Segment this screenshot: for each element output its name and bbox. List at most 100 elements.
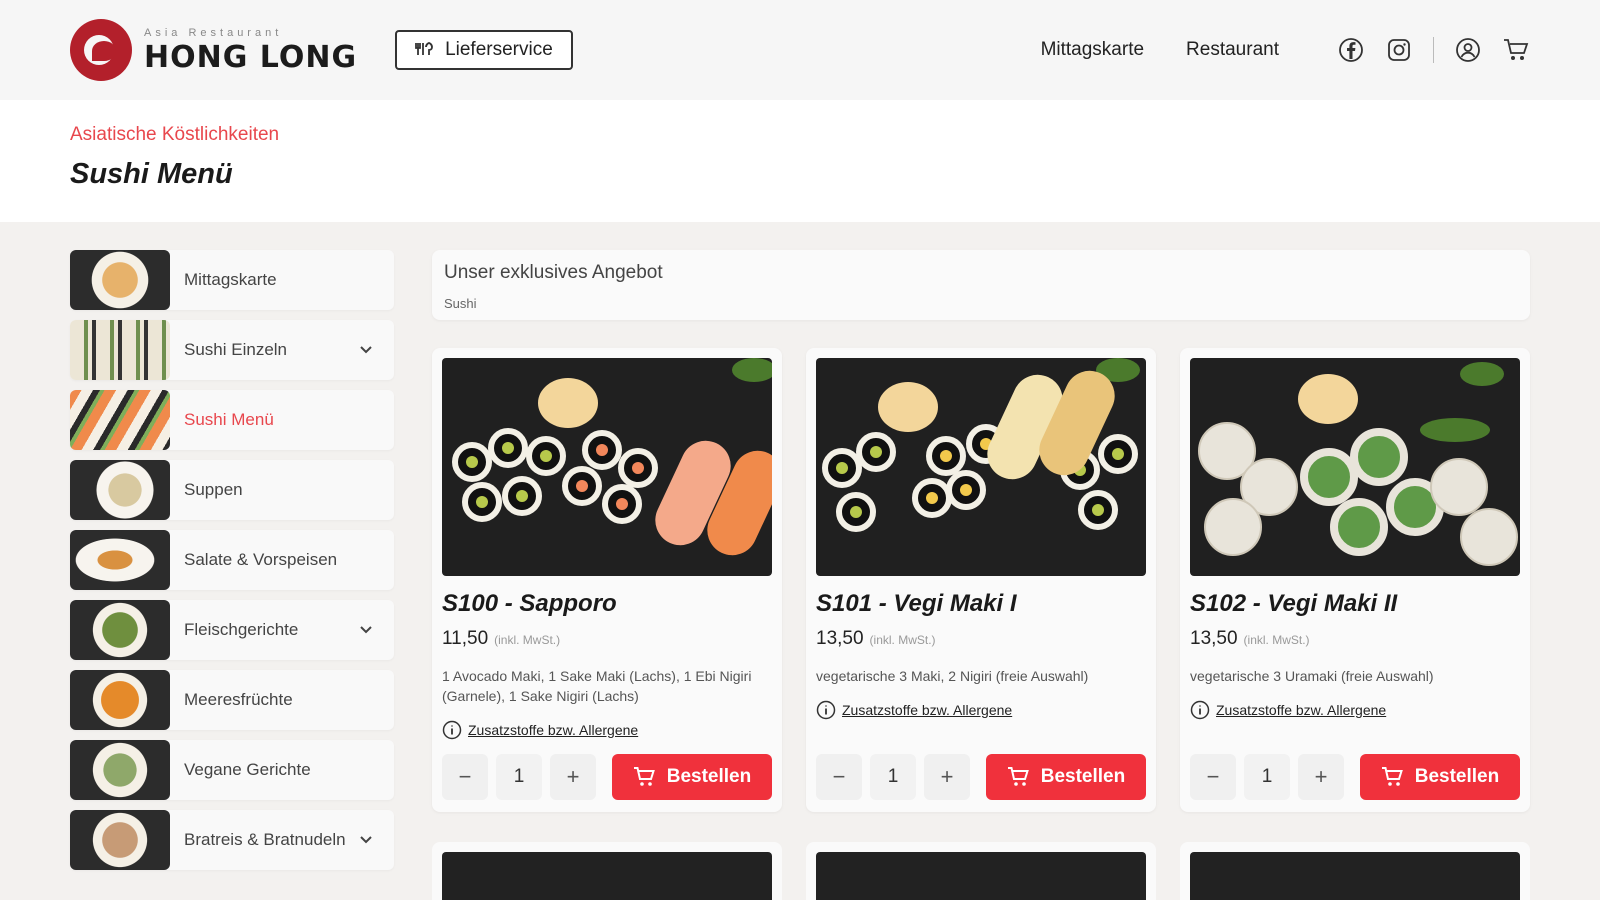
quantity-decrease-button[interactable]: − xyxy=(816,754,862,800)
header-divider xyxy=(1433,37,1434,63)
sidebar-item-label: Mittagskarte xyxy=(184,270,277,289)
offer-title: Unser exklusives Angebot xyxy=(444,262,663,283)
order-controls: − 1 + Bestellen xyxy=(442,754,772,800)
category-thumbnail xyxy=(70,390,170,450)
quantity-increase-button[interactable]: + xyxy=(1298,754,1344,800)
product-description: vegetarische 3 Maki, 2 Nigiri (freie Aus… xyxy=(816,668,1089,684)
category-thumbnail xyxy=(70,810,170,870)
main-area: Mittagskarte Sushi Einzeln Sushi Menü Su… xyxy=(0,222,1600,900)
category-thumbnail xyxy=(70,250,170,310)
product-content: Unser exklusives Angebot Sushi S100 - Sa… xyxy=(432,250,1530,900)
main-nav: Mittagskarte Restaurant xyxy=(1041,39,1279,61)
order-button[interactable]: Bestellen xyxy=(1360,754,1520,800)
quantity-increase-button[interactable]: + xyxy=(924,754,970,800)
sidebar-item-label: Meeresfrüchte xyxy=(184,690,293,709)
product-card xyxy=(1180,842,1530,900)
chevron-down-icon[interactable] xyxy=(356,830,376,850)
sidebar-item-meeresfruechte[interactable]: Meeresfrüchte xyxy=(70,670,394,730)
info-icon xyxy=(816,700,836,720)
vat-note: (inkl. MwSt.) xyxy=(494,633,561,647)
order-button[interactable]: Bestellen xyxy=(612,754,772,800)
sidebar-item-sushi-menu[interactable]: Sushi Menü xyxy=(70,390,394,450)
sidebar-item-label: Sushi Einzeln xyxy=(184,340,288,359)
quantity-decrease-button[interactable]: − xyxy=(442,754,488,800)
product-grid: S100 - Sapporo 11,50 (inkl. MwSt.) 1 Avo… xyxy=(432,348,1530,812)
site-header: Asia Restaurant HONG LONG Lieferservice … xyxy=(0,0,1600,100)
product-card: S100 - Sapporo 11,50 (inkl. MwSt.) 1 Avo… xyxy=(432,348,782,812)
vat-note: (inkl. MwSt.) xyxy=(1243,633,1310,647)
quantity-value[interactable]: 1 xyxy=(496,754,542,800)
sidebar-item-label: Salate & Vorspeisen xyxy=(184,550,338,569)
product-image[interactable] xyxy=(816,852,1146,900)
page-title: Sushi Menü xyxy=(70,158,233,190)
sidebar-item-suppen[interactable]: Suppen xyxy=(70,460,394,520)
product-name: S100 - Sapporo xyxy=(442,590,617,617)
instagram-icon[interactable] xyxy=(1385,36,1413,64)
sidebar-item-label: Sushi Menü xyxy=(184,410,274,429)
sidebar-item-label: Fleischgerichte xyxy=(184,620,299,639)
quantity-value[interactable]: 1 xyxy=(870,754,916,800)
allergen-link[interactable]: Zusatzstoffe bzw. Allergene xyxy=(1190,700,1520,720)
category-thumbnail xyxy=(70,320,170,380)
info-icon xyxy=(442,720,462,740)
cart-icon[interactable] xyxy=(1502,36,1530,64)
header-icons xyxy=(1337,36,1530,64)
product-grid-next-row xyxy=(432,842,1530,900)
order-controls: − 1 + Bestellen xyxy=(816,754,1146,800)
dragon-logo-icon xyxy=(70,19,132,81)
category-thumbnail xyxy=(70,740,170,800)
product-image[interactable] xyxy=(816,358,1146,576)
offer-category: Sushi xyxy=(444,296,477,311)
logo-title: HONG LONG xyxy=(144,39,358,75)
logo[interactable]: Asia Restaurant HONG LONG xyxy=(70,19,357,81)
vat-note: (inkl. MwSt.) xyxy=(869,633,936,647)
nav-mittagskarte[interactable]: Mittagskarte xyxy=(1041,39,1144,61)
page-subtitle: Asiatische Köstlichkeiten xyxy=(70,124,280,145)
sidebar-item-vegane-gerichte[interactable]: Vegane Gerichte xyxy=(70,740,394,800)
info-icon xyxy=(1190,700,1210,720)
cart-icon xyxy=(633,767,655,786)
product-description: vegetarische 3 Uramaki (freie Auswahl) xyxy=(1190,668,1434,684)
allergen-link[interactable]: Zusatzstoffe bzw. Allergene xyxy=(816,700,1146,720)
facebook-icon[interactable] xyxy=(1337,36,1365,64)
sidebar-item-bratreis-bratnudeln[interactable]: Bratreis & Bratnudeln xyxy=(70,810,394,870)
delivery-icon xyxy=(415,42,433,55)
cart-icon xyxy=(1007,767,1029,786)
category-thumbnail xyxy=(70,530,170,590)
sidebar-item-mittagskarte[interactable]: Mittagskarte xyxy=(70,250,394,310)
product-name: S101 - Vegi Maki I xyxy=(816,590,1017,617)
nav-restaurant[interactable]: Restaurant xyxy=(1186,39,1279,61)
category-thumbnail xyxy=(70,600,170,660)
page-title-band: Asiatische Köstlichkeiten Sushi Menü xyxy=(0,100,1600,222)
delivery-label: Lieferservice xyxy=(445,39,553,60)
delivery-button[interactable]: Lieferservice xyxy=(395,30,573,70)
product-price: 11,50 xyxy=(442,628,489,649)
quantity-decrease-button[interactable]: − xyxy=(1190,754,1236,800)
product-card: S102 - Vegi Maki II 13,50 (inkl. MwSt.) … xyxy=(1180,348,1530,812)
order-button[interactable]: Bestellen xyxy=(986,754,1146,800)
allergen-link[interactable]: Zusatzstoffe bzw. Allergene xyxy=(442,720,772,740)
user-icon[interactable] xyxy=(1454,36,1482,64)
product-card: S101 - Vegi Maki I 13,50 (inkl. MwSt.) v… xyxy=(806,348,1156,812)
offer-header: Unser exklusives Angebot Sushi xyxy=(432,250,1530,320)
product-card xyxy=(806,842,1156,900)
quantity-increase-button[interactable]: + xyxy=(550,754,596,800)
product-image[interactable] xyxy=(1190,852,1520,900)
sidebar-item-salate-vorspeisen[interactable]: Salate & Vorspeisen xyxy=(70,530,394,590)
sidebar-item-sushi-einzeln[interactable]: Sushi Einzeln xyxy=(70,320,394,380)
chevron-down-icon[interactable] xyxy=(356,340,376,360)
category-thumbnail xyxy=(70,460,170,520)
product-image[interactable] xyxy=(442,358,772,576)
quantity-value[interactable]: 1 xyxy=(1244,754,1290,800)
product-description: 1 Avocado Maki, 1 Sake Maki (Lachs), 1 E… xyxy=(442,668,752,704)
product-name: S102 - Vegi Maki II xyxy=(1190,590,1398,617)
product-image[interactable] xyxy=(1190,358,1520,576)
sidebar-item-label: Suppen xyxy=(184,480,243,499)
product-image[interactable] xyxy=(442,852,772,900)
order-controls: − 1 + Bestellen xyxy=(1190,754,1520,800)
chevron-down-icon[interactable] xyxy=(356,620,376,640)
category-thumbnail xyxy=(70,670,170,730)
sidebar-item-label: Vegane Gerichte xyxy=(184,760,311,779)
sidebar-item-label: Bratreis & Bratnudeln xyxy=(184,830,346,849)
sidebar-item-fleischgerichte[interactable]: Fleischgerichte xyxy=(70,600,394,660)
